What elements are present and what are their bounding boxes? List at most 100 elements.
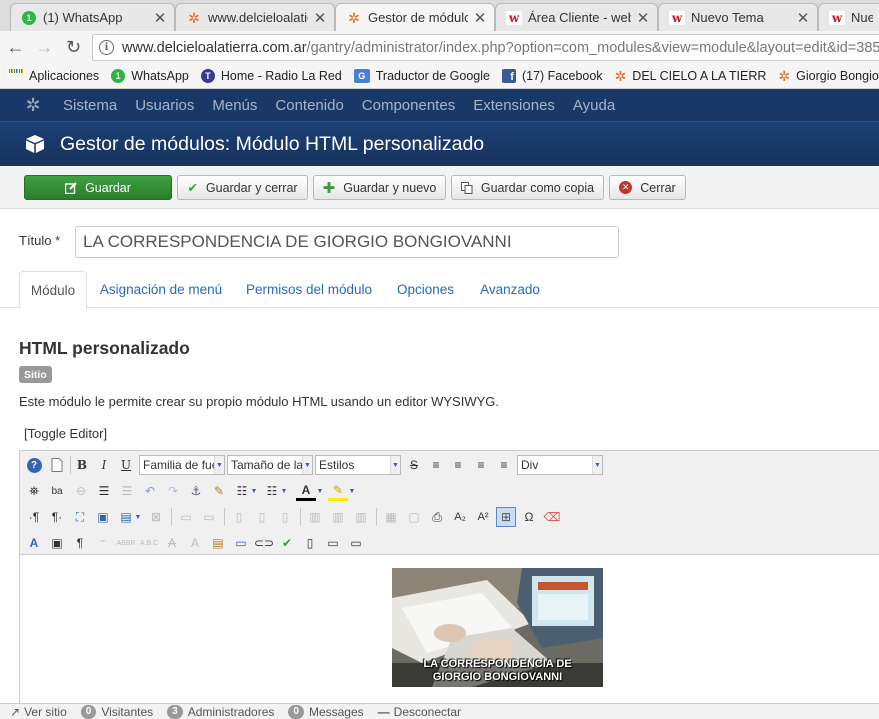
joomla-logo-icon[interactable]: ✲ bbox=[23, 95, 43, 116]
redo-icon[interactable]: ↷ bbox=[163, 481, 183, 501]
bookmark-radio-la-red[interactable]: T Home - Radio La Red bbox=[200, 69, 342, 83]
messages-status[interactable]: 0 Messages bbox=[288, 704, 364, 719]
close-button[interactable]: ✕ Cerrar bbox=[609, 175, 686, 200]
block-format-select[interactable]: Div ▼ bbox=[517, 455, 603, 475]
text-color-icon[interactable]: A bbox=[296, 481, 316, 501]
table-row-after-icon[interactable]: ▭ bbox=[199, 507, 219, 527]
title-input[interactable]: LA CORRESPONDENCIA DE GIORGIO BONGIOVANN… bbox=[75, 226, 619, 258]
page-break-icon[interactable]: ▭ bbox=[346, 533, 366, 553]
tab-permisos-modulo[interactable]: Permisos del módulo bbox=[237, 271, 381, 308]
bookmark-giorgio[interactable]: ✲ Giorgio Bongiovanni bbox=[778, 69, 879, 83]
bookmark-facebook[interactable]: f (17) Facebook bbox=[501, 69, 603, 83]
table-merge-icon[interactable]: ▥ bbox=[328, 507, 348, 527]
save-and-close-button[interactable]: ✔ Guardar y cerrar bbox=[177, 175, 308, 200]
bookmark-whatsapp[interactable]: 1 WhatsApp bbox=[111, 69, 189, 83]
style-props-icon[interactable]: A bbox=[24, 533, 44, 553]
article-image[interactable]: LA CORRESPONDENCIA DE GIORGIO BONGIOVANN… bbox=[392, 568, 603, 687]
close-tab-icon[interactable]: ✕ bbox=[152, 9, 168, 27]
code-sample-icon[interactable]: ▯ bbox=[300, 533, 320, 553]
browser-tab-delcielo[interactable]: ✲ www.delcieloalatie ✕ bbox=[175, 3, 335, 31]
browser-tab-area-cliente[interactable]: w Área Cliente - web ✕ bbox=[495, 3, 658, 31]
template-icon[interactable]: ▤ bbox=[208, 533, 228, 553]
justify-full-icon[interactable]: ≡ bbox=[426, 455, 446, 475]
numbered-list-dropdown-icon[interactable]: ▼ bbox=[249, 481, 259, 501]
insert-image-icon[interactable]: ▭ bbox=[231, 533, 251, 553]
url-input[interactable]: i www.delcieloalatierra.com.ar/gantry/ad… bbox=[92, 34, 879, 61]
find-replace-icon[interactable]: ba bbox=[47, 481, 67, 501]
tab-asignacion-menu[interactable]: Asignación de menú bbox=[91, 271, 231, 308]
info-icon[interactable]: i bbox=[99, 40, 114, 55]
bookmark-google-translate[interactable]: G Traductor de Google bbox=[353, 69, 490, 83]
menu-contenido[interactable]: Contenido bbox=[275, 97, 343, 114]
browser-tab-nuevo-partial[interactable]: w Nuev bbox=[818, 3, 879, 31]
visual-aid-icon[interactable]: ⊞ bbox=[496, 507, 516, 527]
table-col-after-icon[interactable]: ▯ bbox=[252, 507, 272, 527]
edit-css-icon[interactable]: ▣ bbox=[93, 507, 113, 527]
save-button[interactable]: Guardar bbox=[24, 175, 172, 200]
view-site-link[interactable]: ↗ Ver sitio bbox=[10, 705, 67, 719]
binoculars-find-icon[interactable]: ⛯ bbox=[24, 481, 44, 501]
undo-icon[interactable]: ↶ bbox=[140, 481, 160, 501]
admins-status[interactable]: 3 Administradores bbox=[167, 704, 274, 719]
forward-arrow-icon[interactable]: → bbox=[31, 34, 58, 61]
print-icon[interactable]: ⎙ bbox=[427, 507, 447, 527]
layer-dropdown-icon[interactable]: ▼ bbox=[133, 507, 143, 527]
close-tab-icon[interactable]: ✕ bbox=[472, 9, 488, 27]
table-delete-icon[interactable]: ▥ bbox=[351, 507, 371, 527]
bullet-list-dropdown-icon[interactable]: ▼ bbox=[279, 481, 289, 501]
non-breaking-icon[interactable]: ¶ bbox=[70, 533, 90, 553]
subscript-icon[interactable]: A₂ bbox=[450, 507, 470, 527]
insert-link-icon[interactable]: ⊂⊃ bbox=[254, 533, 274, 553]
reload-icon[interactable]: ↻ bbox=[60, 34, 87, 61]
table-row-before-icon[interactable]: ▭ bbox=[176, 507, 196, 527]
acronym-icon[interactable]: A.B.C bbox=[139, 533, 159, 553]
browser-tab-nuevo-tema[interactable]: w Nuevo Tema ✕ bbox=[658, 3, 818, 31]
anchor-icon[interactable]: ⚓ bbox=[186, 481, 206, 501]
superscript-icon[interactable]: A² bbox=[473, 507, 493, 527]
browser-tab-whatsapp[interactable]: 1 (1) WhatsApp ✕ bbox=[10, 3, 175, 31]
save-as-copy-button[interactable]: Guardar como copia bbox=[451, 175, 604, 200]
menu-extensiones[interactable]: Extensiones bbox=[473, 97, 555, 114]
toggle-editor-link[interactable]: [Toggle Editor] bbox=[24, 426, 107, 441]
menu-menus[interactable]: Menús bbox=[212, 97, 257, 114]
table-split-icon[interactable]: ▥ bbox=[305, 507, 325, 527]
styles-select[interactable]: Estilos ▼ bbox=[315, 455, 401, 475]
table-col-before-icon[interactable]: ▯ bbox=[229, 507, 249, 527]
help-icon[interactable]: ? bbox=[24, 455, 44, 475]
close-tab-icon[interactable]: ✕ bbox=[795, 9, 811, 27]
text-color-dropdown-icon[interactable]: ▼ bbox=[315, 481, 325, 501]
highlight-color-icon[interactable]: ✎ bbox=[328, 481, 348, 501]
tab-avanzado[interactable]: Avanzado bbox=[470, 271, 550, 308]
abbr-box-icon[interactable]: ▣ bbox=[47, 533, 67, 553]
menu-componentes[interactable]: Componentes bbox=[362, 97, 455, 114]
insertion-icon[interactable]: A bbox=[185, 533, 205, 553]
tab-opciones[interactable]: Opciones bbox=[388, 271, 463, 308]
ltr-direction-icon[interactable]: ·¶ bbox=[24, 507, 44, 527]
cleanup-brush-icon[interactable]: ✎ bbox=[209, 481, 229, 501]
close-tab-icon[interactable]: ✕ bbox=[635, 9, 651, 27]
table-delete-col-icon[interactable]: ▯ bbox=[275, 507, 295, 527]
underline-icon[interactable]: U bbox=[116, 455, 136, 475]
menu-ayuda[interactable]: Ayuda bbox=[573, 97, 615, 114]
strikethrough-icon[interactable]: S bbox=[404, 455, 424, 475]
bold-icon[interactable]: B bbox=[72, 455, 92, 475]
align-left-icon[interactable]: ≡ bbox=[471, 455, 491, 475]
horizontal-rule-icon[interactable]: ▭ bbox=[323, 533, 343, 553]
align-center-icon[interactable]: ≡ bbox=[448, 455, 468, 475]
browser-tab-gestor-modulos[interactable]: ✲ Gestor de módulos ✕ bbox=[335, 3, 495, 31]
menu-sistema[interactable]: Sistema bbox=[63, 97, 117, 114]
highlight-dropdown-icon[interactable]: ▼ bbox=[347, 481, 357, 501]
logout-link[interactable]: — Desconectar bbox=[378, 705, 461, 719]
save-and-new-button[interactable]: ✚ Guardar y nuevo bbox=[313, 175, 446, 200]
new-document-icon[interactable] bbox=[47, 455, 67, 475]
bookmark-apps[interactable]: Aplicaciones bbox=[9, 69, 99, 83]
eraser-icon[interactable]: ⌫ bbox=[542, 507, 562, 527]
unlink-disabled-icon[interactable]: ⊖ bbox=[71, 481, 91, 501]
abbr-icon[interactable]: ABBR bbox=[116, 533, 136, 553]
menu-usuarios[interactable]: Usuarios bbox=[135, 97, 194, 114]
tab-modulo[interactable]: Módulo bbox=[19, 271, 87, 309]
special-char-omega-icon[interactable]: Ω bbox=[519, 507, 539, 527]
cell-props-icon[interactable]: ▢ bbox=[404, 507, 424, 527]
delete-table-icon[interactable]: ⊠ bbox=[146, 507, 166, 527]
rtl-direction-icon[interactable]: ¶· bbox=[47, 507, 67, 527]
